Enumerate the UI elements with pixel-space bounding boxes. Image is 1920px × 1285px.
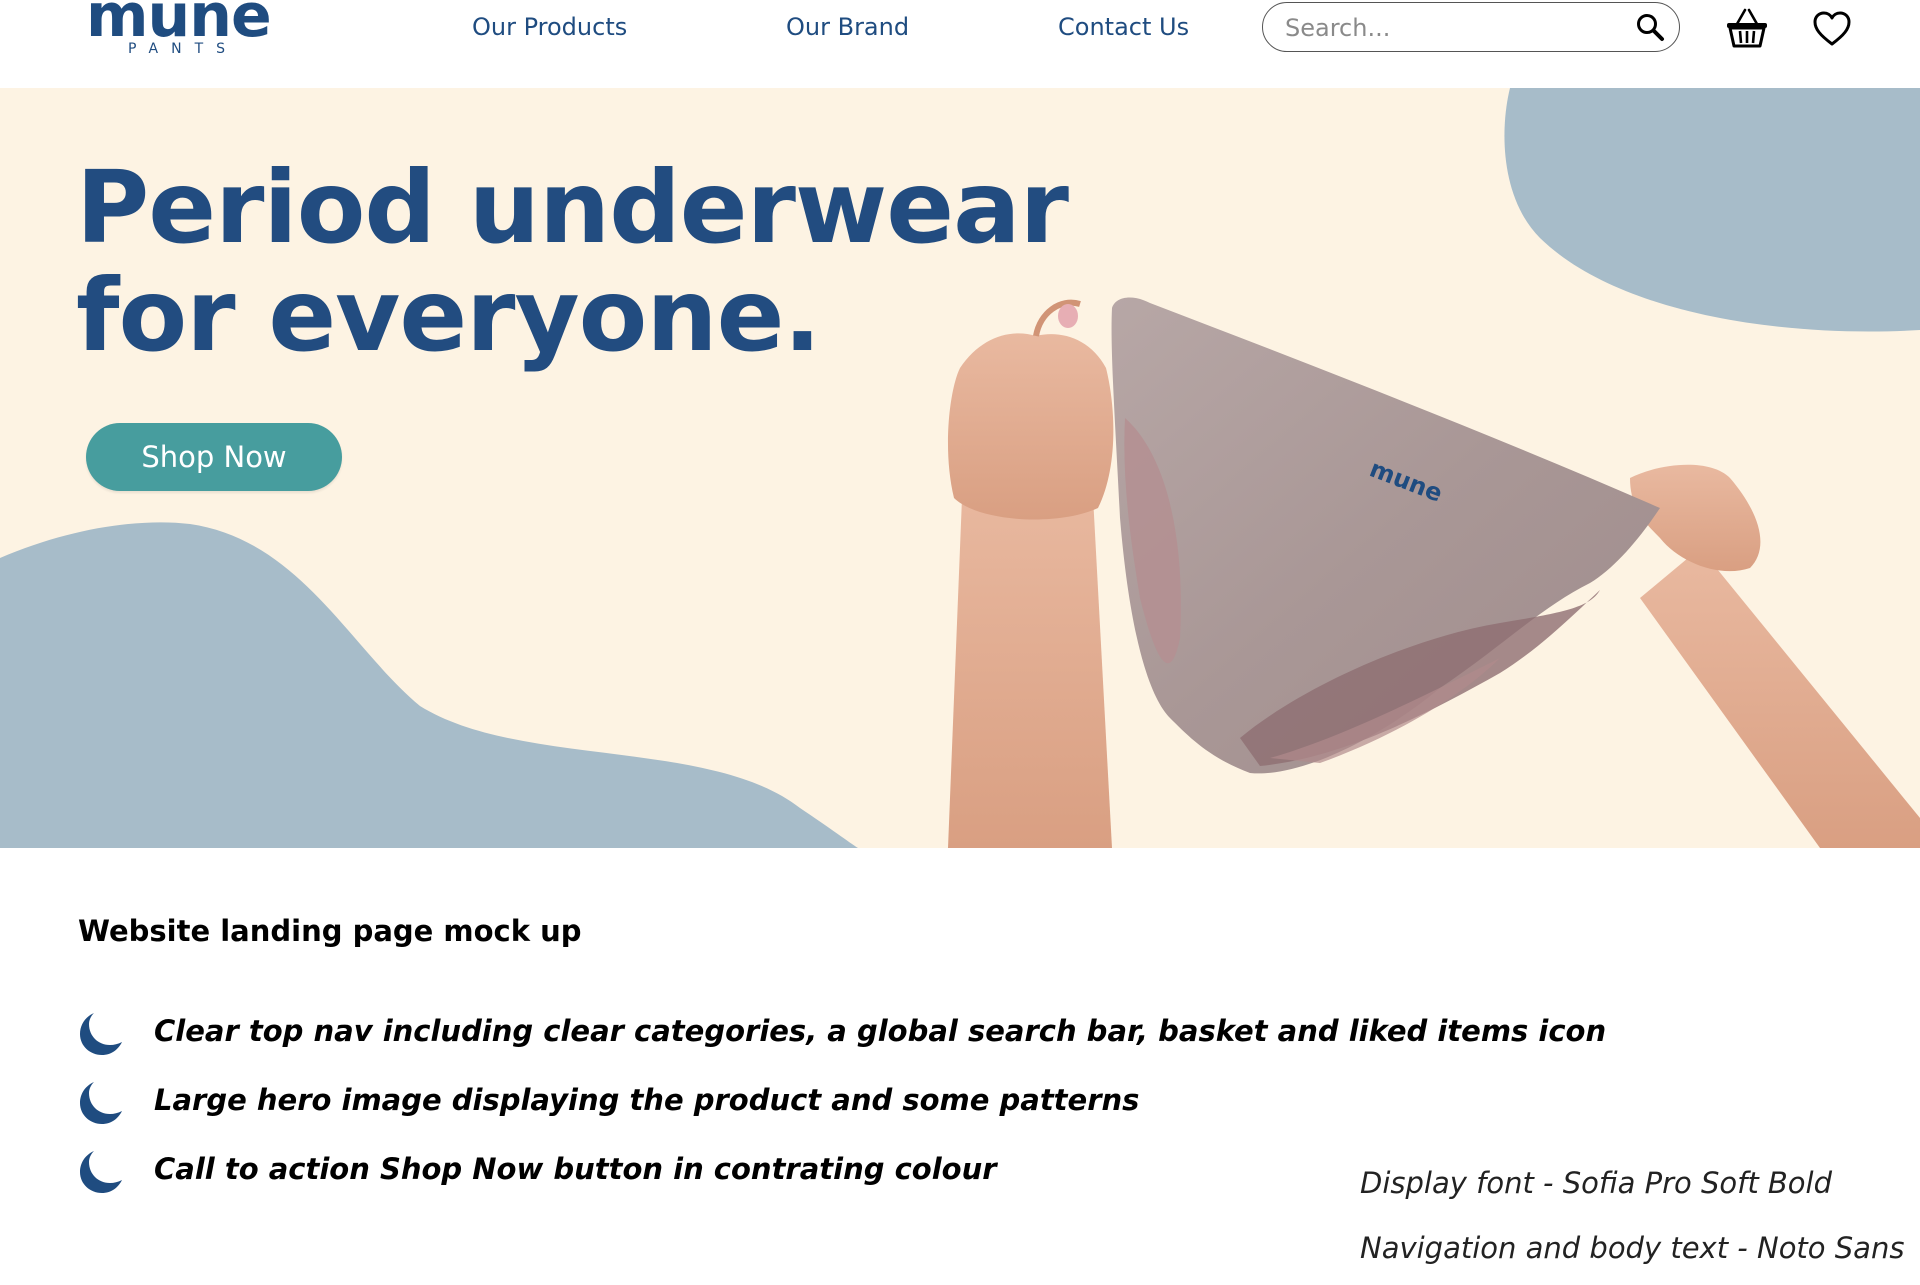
notes-heading: Website landing page mock up: [78, 914, 582, 948]
logo-subline: PANTS: [128, 41, 239, 57]
bottom-left-blob: [0, 522, 858, 848]
display-font-note: Display font - Sofia Pro Soft Bold: [1360, 1166, 1833, 1200]
logo-wordmark: mune: [86, 0, 272, 51]
moon-icon: [80, 1151, 122, 1193]
moon-icon: [80, 1082, 122, 1124]
search-bar: [1262, 2, 1680, 52]
search-input[interactable]: [1283, 9, 1617, 47]
moon-icon: [80, 1013, 122, 1055]
basket-icon[interactable]: [1724, 6, 1770, 50]
nav-link-contact-us[interactable]: Contact Us: [1058, 12, 1189, 42]
hero-headline: Period underwear for everyone.: [76, 154, 1076, 370]
nav-link-our-products[interactable]: Our Products: [472, 12, 627, 42]
heart-icon[interactable]: [1812, 10, 1852, 48]
note-text: Call to action Shop Now button in contra…: [154, 1152, 997, 1186]
hero-headline-line1: Period underwear: [76, 149, 1069, 266]
hero-banner: Period underwear for everyone. Shop Now: [0, 88, 1920, 848]
product-hero-image: mune: [947, 297, 1920, 848]
top-nav: mune PANTS Our Products Our Brand Contac…: [0, 0, 1920, 88]
brand-logo[interactable]: mune PANTS: [86, 0, 286, 64]
shop-now-button[interactable]: Shop Now: [86, 423, 342, 491]
note-text: Large hero image displaying the product …: [154, 1083, 1140, 1117]
hero-headline-line2: for everyone.: [76, 257, 821, 374]
nav-link-our-brand[interactable]: Our Brand: [786, 12, 909, 42]
search-icon[interactable]: [1635, 12, 1665, 42]
note-text: Clear top nav including clear categories…: [154, 1014, 1607, 1048]
body-font-note: Navigation and body text - Noto Sans: [1360, 1231, 1905, 1265]
